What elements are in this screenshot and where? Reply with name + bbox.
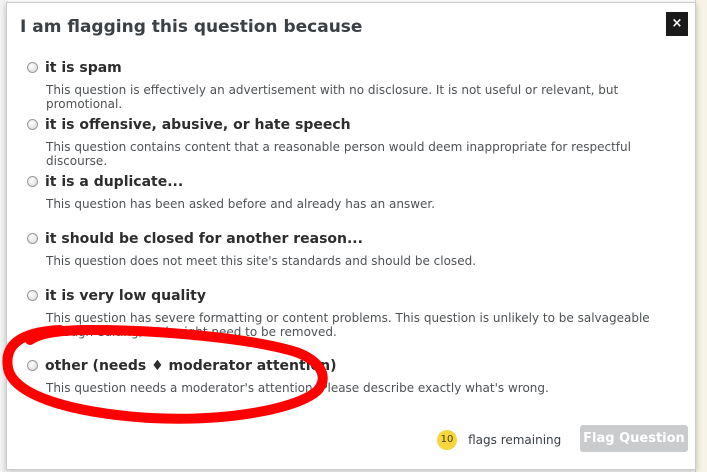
option-label[interactable]: other (needs ♦ moderator attention) [45, 358, 337, 374]
option-label[interactable]: it is spam [45, 60, 122, 76]
radio-close-other[interactable] [27, 233, 38, 244]
option-label[interactable]: it is very low quality [45, 288, 206, 304]
flag-question-button[interactable]: Flag Question [580, 425, 688, 452]
radio-moderator-attention[interactable] [27, 360, 38, 371]
option-description: This question has been asked before and … [46, 197, 436, 211]
option-label[interactable]: it is offensive, abusive, or hate speech [45, 117, 351, 133]
option-description: This question needs a moderator's attent… [46, 381, 549, 395]
option-description: This question contains content that a re… [46, 140, 631, 168]
dialog-title: I am flagging this question because [20, 17, 363, 37]
option-description: This question has severe formatting or c… [46, 311, 650, 339]
option-description: This question is effectively an advertis… [46, 83, 619, 111]
option-label[interactable]: it is a duplicate... [45, 174, 183, 190]
radio-low-quality[interactable] [27, 290, 38, 301]
flags-remaining-text: flags remaining [468, 432, 562, 447]
option-description: This question does not meet this site's … [46, 254, 477, 268]
flags-remaining: 10 flags remaining [437, 429, 562, 450]
close-button[interactable]: × [666, 12, 688, 36]
flags-count-badge: 10 [437, 429, 457, 450]
radio-spam[interactable] [27, 62, 38, 73]
radio-duplicate[interactable] [27, 176, 38, 187]
flag-dialog: I am flagging this question because × it… [6, 2, 696, 470]
radio-offensive[interactable] [27, 119, 38, 130]
option-label[interactable]: it should be closed for another reason..… [45, 231, 363, 247]
background-page-right [695, 0, 707, 472]
